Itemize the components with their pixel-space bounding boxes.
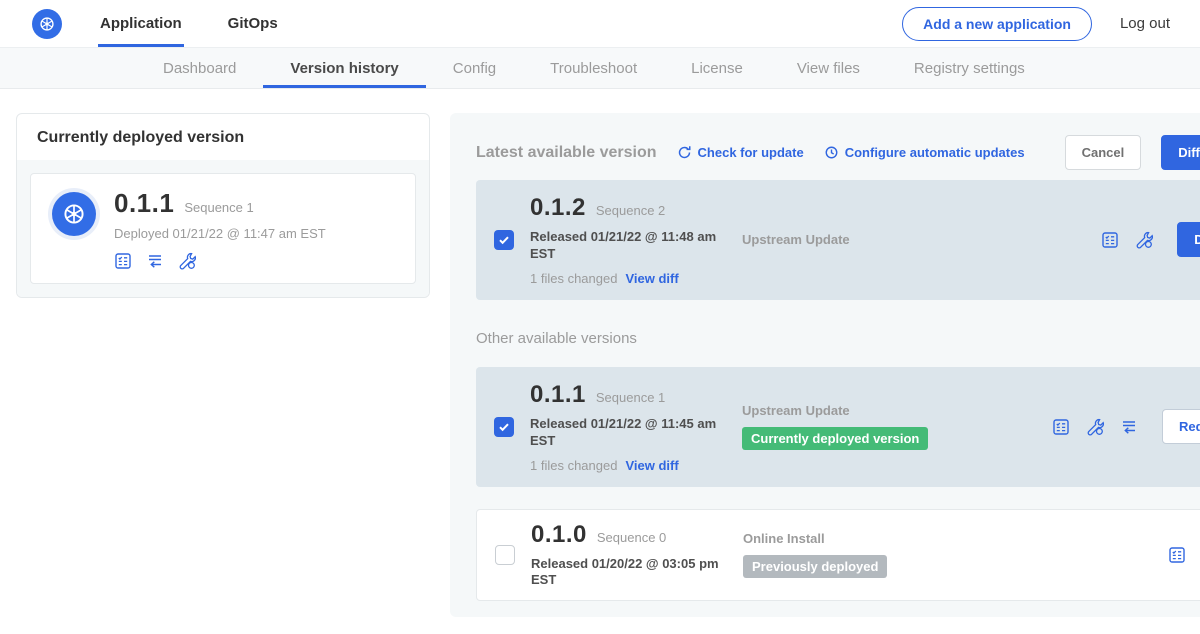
configure-updates-label: Configure automatic updates: [845, 145, 1025, 160]
kubernetes-logo-icon: [32, 9, 62, 39]
release-notes-icon[interactable]: [114, 252, 132, 270]
version-files-line: 1 files changed View diff: [530, 271, 742, 286]
clock-icon: [824, 145, 839, 160]
version-source: Upstream Update: [742, 232, 982, 247]
release-notes-icon[interactable]: [1101, 231, 1119, 249]
release-notes-icon[interactable]: [1052, 418, 1070, 436]
version-info: 0.1.0 Sequence 0 Released 01/20/22 @ 03:…: [531, 521, 743, 590]
deployed-body: 0.1.1 Sequence 1 Deployed 01/21/22 @ 11:…: [17, 160, 429, 297]
other-versions-heading: Other available versions: [476, 330, 1200, 347]
version-source-label: Upstream Update: [742, 232, 982, 247]
check-for-update-label: Check for update: [698, 145, 804, 160]
subnav-view-files[interactable]: View files: [770, 48, 887, 88]
edit-config-icon[interactable]: [178, 252, 196, 270]
version-number: 0.1.0: [531, 521, 587, 549]
view-logs-icon[interactable]: [1120, 418, 1138, 436]
version-source: Upstream Update Currently deployed versi…: [742, 403, 982, 450]
version-sequence: Sequence 2: [596, 203, 665, 218]
app-subnav: Dashboard Version history Config Trouble…: [0, 48, 1200, 89]
version-row-0-1-1: 0.1.1 Sequence 1 Released 01/21/22 @ 11:…: [476, 367, 1200, 487]
version-released: Released 01/21/22 @ 11:48 am EST: [530, 229, 720, 263]
primary-nav: Application GitOps: [98, 0, 322, 47]
main-content: Currently deployed version 0.1.1 Sequenc…: [0, 89, 1200, 617]
deployed-icon-row: [114, 252, 326, 270]
version-files-line: 1 files changed View diff: [530, 458, 742, 473]
version-checkbox[interactable]: [495, 545, 515, 565]
subnav-registry-settings-label: Registry settings: [914, 60, 1025, 77]
version-sequence: Sequence 1: [596, 390, 665, 405]
deployed-version-card: 0.1.1 Sequence 1 Deployed 01/21/22 @ 11:…: [30, 173, 416, 284]
edit-config-icon[interactable]: [1086, 418, 1104, 436]
subnav-config-label: Config: [453, 60, 496, 77]
subnav-view-files-label: View files: [797, 60, 860, 77]
latest-version-heading: Latest available version: [476, 144, 657, 162]
version-number: 0.1.1: [530, 381, 586, 409]
view-diff-link[interactable]: View diff: [625, 458, 678, 473]
version-row-0-1-0: 0.1.0 Sequence 0 Released 01/20/22 @ 03:…: [476, 509, 1200, 602]
files-changed-label: 1 files changed: [530, 271, 617, 286]
top-navbar: Application GitOps Add a new application…: [0, 0, 1200, 48]
cancel-button[interactable]: Cancel: [1065, 135, 1142, 170]
version-checkbox[interactable]: [494, 230, 514, 250]
previously-deployed-badge: Previously deployed: [743, 555, 887, 578]
kubernetes-icon: [52, 192, 96, 236]
subnav-version-history-label: Version history: [290, 60, 398, 77]
logout-link[interactable]: Log out: [1120, 15, 1170, 32]
version-number: 0.1.2: [530, 194, 586, 222]
subnav-troubleshoot-label: Troubleshoot: [550, 60, 637, 77]
tab-gitops-label: GitOps: [228, 15, 278, 32]
tab-gitops[interactable]: GitOps: [226, 0, 280, 47]
version-actions: [1168, 546, 1200, 564]
panel-header: Latest available version Check for updat…: [476, 135, 1200, 170]
subnav-dashboard-label: Dashboard: [163, 60, 236, 77]
configure-updates-link[interactable]: Configure automatic updates: [824, 145, 1025, 160]
deployed-heading: Currently deployed version: [17, 114, 429, 160]
diff-releases-button[interactable]: Diff releases: [1161, 135, 1200, 170]
subnav-license-label: License: [691, 60, 743, 77]
check-for-update-link[interactable]: Check for update: [677, 145, 804, 160]
tab-application-label: Application: [100, 15, 182, 32]
tab-application[interactable]: Application: [98, 0, 184, 47]
version-row-0-1-2: 0.1.2 Sequence 2 Released 01/21/22 @ 11:…: [476, 180, 1200, 300]
subnav-registry-settings[interactable]: Registry settings: [887, 48, 1052, 88]
version-source-label: Online Install: [743, 531, 983, 546]
deployed-version-number: 0.1.1: [114, 188, 174, 219]
refresh-icon: [677, 145, 692, 160]
version-source-label: Upstream Update: [742, 403, 982, 418]
add-new-application-button[interactable]: Add a new application: [902, 7, 1092, 41]
version-released: Released 01/21/22 @ 11:45 am EST: [530, 416, 720, 450]
release-notes-icon[interactable]: [1168, 546, 1186, 564]
subnav-troubleshoot[interactable]: Troubleshoot: [523, 48, 664, 88]
subnav-config[interactable]: Config: [426, 48, 523, 88]
files-changed-label: 1 files changed: [530, 458, 617, 473]
deployed-version-details: 0.1.1 Sequence 1 Deployed 01/21/22 @ 11:…: [114, 188, 326, 270]
deployed-sequence: Sequence 1: [184, 200, 253, 215]
edit-config-icon[interactable]: [1135, 231, 1153, 249]
version-actions: Deploy: [1101, 222, 1200, 257]
redeploy-button[interactable]: Redeploy: [1162, 409, 1200, 444]
version-actions: Redeploy: [1052, 409, 1200, 444]
version-info: 0.1.2 Sequence 2 Released 01/21/22 @ 11:…: [530, 194, 742, 286]
subnav-license[interactable]: License: [664, 48, 770, 88]
version-sequence: Sequence 0: [597, 530, 666, 545]
version-info: 0.1.1 Sequence 1 Released 01/21/22 @ 11:…: [530, 381, 742, 473]
version-source: Online Install Previously deployed: [743, 531, 983, 578]
view-diff-link[interactable]: View diff: [625, 271, 678, 286]
currently-deployed-badge: Currently deployed version: [742, 427, 928, 450]
currently-deployed-panel: Currently deployed version 0.1.1 Sequenc…: [16, 113, 430, 298]
subnav-version-history[interactable]: Version history: [263, 48, 425, 88]
deploy-button[interactable]: Deploy: [1177, 222, 1200, 257]
navbar-right: Add a new application Log out: [902, 7, 1170, 41]
available-versions-panel: Latest available version Check for updat…: [450, 113, 1200, 617]
version-checkbox[interactable]: [494, 417, 514, 437]
version-released: Released 01/20/22 @ 03:05 pm EST: [531, 556, 721, 590]
view-logs-icon[interactable]: [146, 252, 164, 270]
subnav-dashboard[interactable]: Dashboard: [136, 48, 263, 88]
deployed-timestamp: Deployed 01/21/22 @ 11:47 am EST: [114, 226, 326, 241]
